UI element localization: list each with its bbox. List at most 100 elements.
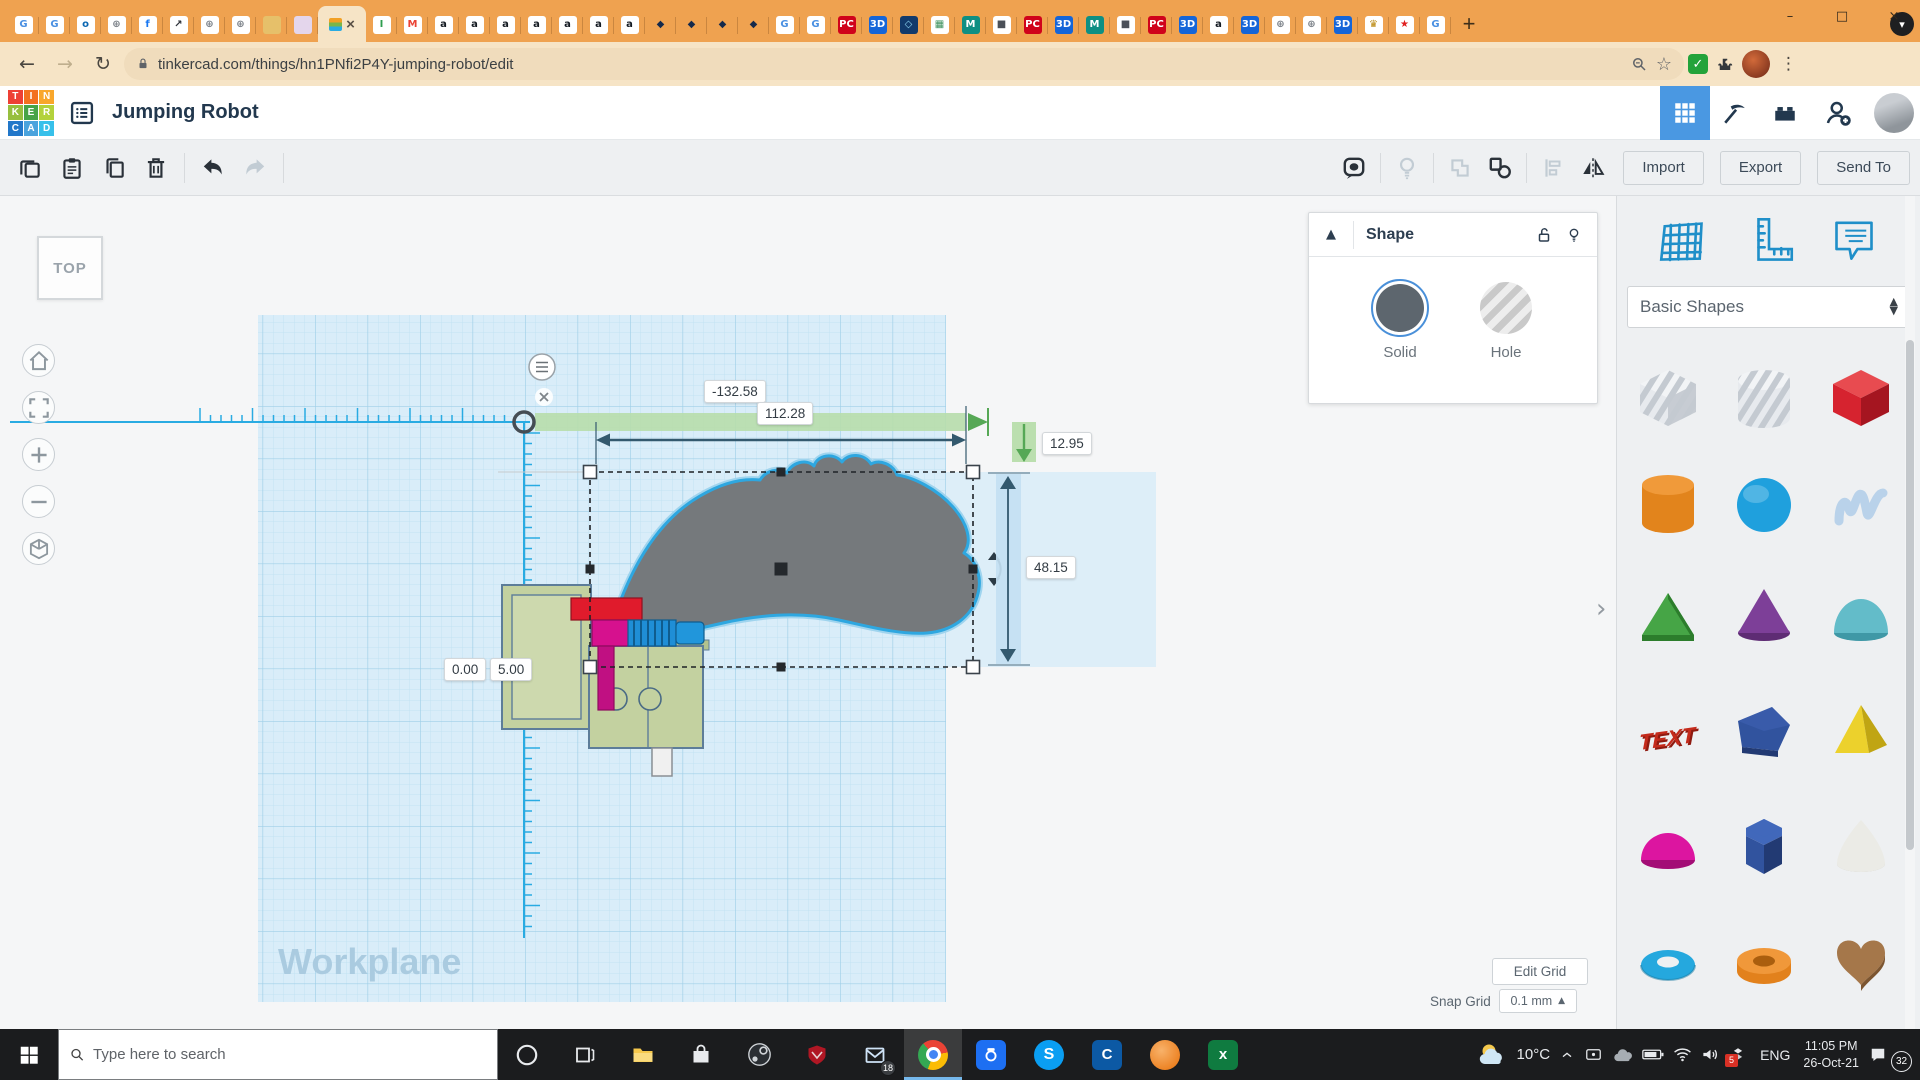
blocks-view-button[interactable] <box>1660 86 1710 140</box>
shape-torus[interactable] <box>1632 927 1704 999</box>
minecraft-export-icon[interactable] <box>1710 86 1760 140</box>
tab-threed-site[interactable]: 3D <box>1234 8 1265 42</box>
dim-height[interactable]: 48.15 <box>1026 556 1076 579</box>
dim-gap[interactable]: 12.95 <box>1042 432 1092 455</box>
clock[interactable]: 11:05 PM 26-Oct-21 <box>1803 1038 1859 1072</box>
tab-amazon[interactable]: a <box>428 8 459 42</box>
shape-box[interactable] <box>1825 364 1897 436</box>
copy-icon[interactable] <box>16 154 44 182</box>
tab-google[interactable]: G <box>769 8 800 42</box>
search-input[interactable] <box>93 1046 487 1063</box>
lego-export-icon[interactable] <box>1760 86 1810 140</box>
forward-button[interactable]: → <box>48 47 82 81</box>
url-field[interactable]: tinkercad.com/things/hn1PNfi2P4Y-jumping… <box>124 48 1684 80</box>
zoom-in-button[interactable] <box>22 438 55 471</box>
tab-green-i[interactable]: I <box>366 8 397 42</box>
undo-icon[interactable] <box>199 154 227 182</box>
taskbar-file-explorer[interactable] <box>614 1029 672 1080</box>
workplane-icon[interactable] <box>1340 154 1368 182</box>
taskbar-browser-orange[interactable] <box>1136 1029 1194 1080</box>
hole-option[interactable]: Hole <box>1477 279 1535 361</box>
reload-button[interactable]: ↻ <box>86 47 120 81</box>
mirror-icon[interactable] <box>1579 154 1607 182</box>
shape-cylinder-hole[interactable] <box>1728 364 1800 436</box>
tab-red-star[interactable]: ★ <box>1389 8 1420 42</box>
design-properties-icon[interactable] <box>68 99 96 127</box>
tab-image-tab[interactable] <box>256 8 287 42</box>
tinkercad-logo[interactable]: TINKERCAD <box>8 90 54 136</box>
export-button[interactable]: Export <box>1720 151 1801 185</box>
visibility-bulb-icon[interactable] <box>1559 225 1589 245</box>
taskbar-msi-center[interactable] <box>788 1029 846 1080</box>
tab-webpage[interactable]: ⊕ <box>194 8 225 42</box>
tab-threed-site[interactable]: 3D <box>1048 8 1079 42</box>
home-button[interactable] <box>22 344 55 377</box>
dim-pos-b[interactable]: 5.00 <box>490 658 532 681</box>
url-text[interactable]: tinkercad.com/things/hn1PNfi2P4Y-jumping… <box>158 56 1622 73</box>
notes-tool-icon[interactable] <box>1826 214 1882 270</box>
tab-google-translate[interactable]: G <box>8 8 39 42</box>
shape-paraboloid[interactable] <box>1825 812 1897 884</box>
collaborate-icon[interactable] <box>1810 86 1866 140</box>
minimize-button[interactable]: – <box>1764 0 1816 32</box>
wifi-icon[interactable] <box>1673 1047 1692 1062</box>
start-button[interactable] <box>0 1029 58 1080</box>
extensions-puzzle-icon[interactable] <box>1712 55 1738 73</box>
fit-view-button[interactable] <box>22 391 55 424</box>
shape-cylinder[interactable] <box>1632 469 1704 541</box>
shape-box-hole[interactable] <box>1632 364 1704 436</box>
tab-cube-site[interactable]: ■ <box>986 8 1017 42</box>
shape-cone[interactable] <box>1728 581 1800 653</box>
tab-amazon[interactable]: a <box>521 8 552 42</box>
group-icon[interactable] <box>1446 154 1474 182</box>
new-tab-button[interactable]: + <box>1451 6 1487 42</box>
tab-threed-site[interactable]: 3D <box>1172 8 1203 42</box>
bookmark-star-icon[interactable]: ☆ <box>1656 54 1672 75</box>
taskbar-excel[interactable]: x <box>1194 1029 1252 1080</box>
tab-pcpartpicker[interactable]: PC <box>1141 8 1172 42</box>
tab-webpage[interactable]: ⊕ <box>1265 8 1296 42</box>
language-indicator[interactable]: ENG <box>1756 1047 1794 1063</box>
tab-amazon[interactable]: a <box>1203 8 1234 42</box>
tab-webpage[interactable]: ⊕ <box>101 8 132 42</box>
tab-cube-site[interactable]: ■ <box>1110 8 1141 42</box>
shape-pyramid[interactable] <box>1825 697 1897 769</box>
duplicate-icon[interactable] <box>100 154 128 182</box>
tab-threed-site[interactable]: 3D <box>862 8 893 42</box>
screen-cast-icon[interactable] <box>1584 1045 1603 1064</box>
snap-grid-select[interactable]: 0.1 mm▲ <box>1499 989 1577 1013</box>
sidebar-scrollbar[interactable] <box>1905 196 1915 1029</box>
tab-amazon[interactable]: a <box>614 8 645 42</box>
taskbar-chrome[interactable] <box>904 1029 962 1080</box>
tab-google-translate[interactable]: G <box>39 8 70 42</box>
tab-diamond-deal[interactable]: ◆ <box>676 8 707 42</box>
close-button[interactable]: × <box>1868 0 1920 32</box>
panel-collapse-icon[interactable]: ▲ <box>1309 227 1353 242</box>
tab-google[interactable]: G <box>1420 8 1451 42</box>
shape-roof[interactable] <box>1632 581 1704 653</box>
maximize-button[interactable]: □ <box>1816 0 1868 32</box>
weather-icon[interactable] <box>1476 1042 1508 1068</box>
dim-width[interactable]: 112.28 <box>757 402 813 425</box>
tab-rocket[interactable]: ↗ <box>163 8 194 42</box>
tab-image-tab[interactable] <box>287 8 318 42</box>
browser-profile-avatar[interactable] <box>1742 50 1770 78</box>
dropbox-icon[interactable]: 5 <box>1729 1046 1747 1064</box>
onedrive-icon[interactable] <box>1612 1047 1633 1063</box>
align-icon[interactable] <box>1539 154 1567 182</box>
dim-ruler-x[interactable]: -132.58 <box>704 380 766 403</box>
taskbar-search[interactable] <box>58 1029 498 1080</box>
tray-expand-icon[interactable] <box>1559 1047 1575 1063</box>
tab-amazon[interactable]: a <box>583 8 614 42</box>
taskbar-task-view[interactable] <box>556 1029 614 1080</box>
delete-icon[interactable] <box>142 154 170 182</box>
tab-amazon[interactable]: a <box>490 8 521 42</box>
tab-diamond-deal[interactable]: ◆ <box>645 8 676 42</box>
solid-option[interactable]: Solid <box>1371 279 1429 361</box>
tab-close-icon[interactable]: × <box>346 16 355 33</box>
redo-icon[interactable] <box>241 154 269 182</box>
tab-diamond-deal[interactable]: ◆ <box>738 8 769 42</box>
shape-text[interactable]: TEXTTEXT <box>1632 697 1704 769</box>
tab-amazon[interactable]: a <box>552 8 583 42</box>
paste-icon[interactable] <box>58 154 86 182</box>
